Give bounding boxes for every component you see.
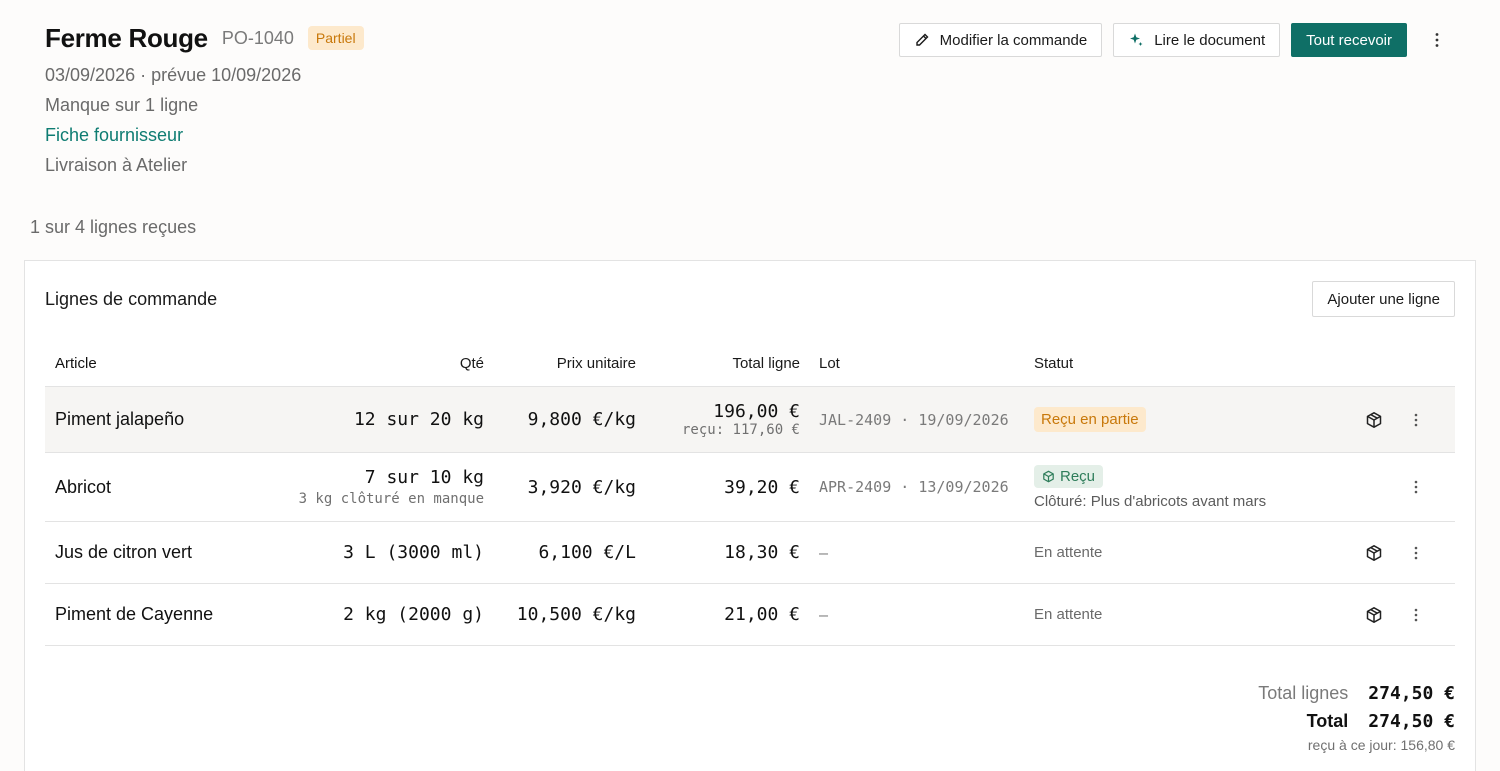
row-qty-shortage: 3 kg clôturé en manque <box>298 491 484 507</box>
lines-total-value: 274,50 € <box>1368 682 1455 704</box>
row-qty: 2 kg (2000 g) <box>343 604 484 625</box>
order-lines-table: Article Qté Prix unitaire Total ligne Lo… <box>45 341 1455 646</box>
col-qty: Qté <box>459 355 484 372</box>
supplier-link[interactable]: Fiche fournisseur <box>45 126 1455 144</box>
receive-line-button[interactable] <box>1354 411 1394 429</box>
row-unit-price: 3,920 €/kg <box>527 476 636 498</box>
row-article: Piment de Cayenne <box>55 604 214 624</box>
edit-order-label: Modifier la commande <box>939 31 1088 49</box>
receive-line-button[interactable] <box>1354 544 1394 562</box>
row-status-cell: Reçu Clôturé: Plus d'abricots avant mars <box>1034 464 1354 510</box>
po-number: PO-1040 <box>221 27 294 48</box>
col-article: Article <box>55 355 97 372</box>
grand-total-row: Total 274,50 € <box>1258 707 1455 735</box>
row-total-received: reçu: 117,60 € <box>681 422 800 438</box>
status-badge: Reçu <box>1034 464 1104 488</box>
package-icon <box>1043 470 1054 482</box>
row-article: Abricot <box>55 476 112 497</box>
col-status: Statut <box>1034 355 1074 372</box>
edit-order-button[interactable]: Modifier la commande <box>898 23 1103 57</box>
grand-total-label: Total <box>1306 710 1349 731</box>
table-row[interactable]: Piment jalapeño 12 sur 20 kg 9,800 €/kg … <box>45 387 1455 453</box>
row-qty-cell: 7 sur 10 kg 3 kg clôturé en manque <box>285 467 484 507</box>
received-to-date: reçu à ce jour: 156,80 € <box>1307 737 1455 753</box>
more-vertical-icon <box>1414 546 1418 559</box>
table-header: Article Qté Prix unitaire Total ligne Lo… <box>45 341 1455 387</box>
table-row[interactable]: Abricot 7 sur 10 kg 3 kg clôturé en manq… <box>45 453 1455 522</box>
row-total: 21,00 € <box>724 604 800 625</box>
more-vertical-icon <box>1414 413 1418 426</box>
supplier-name: Ferme Rouge <box>45 22 208 53</box>
row-qty: 3 L (3000 ml) <box>343 542 484 563</box>
row-unit-price: 10,500 €/kg <box>516 604 636 625</box>
row-article: Jus de citron vert <box>55 542 193 562</box>
add-line-button[interactable]: Ajouter une ligne <box>1312 281 1455 317</box>
shortage-note: Manque sur 1 ligne <box>45 95 199 115</box>
lines-total-label: Total lignes <box>1258 682 1349 703</box>
table-row[interactable]: Piment de Cayenne 2 kg (2000 g) 10,500 €… <box>45 584 1455 646</box>
sparkle-icon <box>1130 33 1143 46</box>
pencil-icon <box>915 33 929 46</box>
closure-note: Clôturé: Plus d'abricots avant mars <box>1034 492 1267 510</box>
row-more-button[interactable] <box>1396 546 1436 560</box>
package-icon <box>1366 606 1382 623</box>
row-lot: – <box>819 543 829 562</box>
col-unit-price: Prix unitaire <box>556 355 636 372</box>
more-vertical-icon <box>1414 608 1418 621</box>
row-total: 39,20 € <box>724 476 800 498</box>
receive-line-button[interactable] <box>1354 606 1394 624</box>
row-more-button[interactable] <box>1396 608 1436 622</box>
package-icon <box>1366 544 1382 561</box>
lines-total-row: Total lignes 274,50 € <box>1258 679 1455 707</box>
more-vertical-icon <box>1414 480 1418 494</box>
row-unit-price: 9,800 €/kg <box>527 409 636 430</box>
col-line-total: Total ligne <box>732 355 800 372</box>
row-more-button[interactable] <box>1396 413 1436 427</box>
row-lot: APR-2409 · 13/09/2026 <box>819 478 1009 496</box>
row-qty: 12 sur 20 kg <box>353 409 484 430</box>
grand-total-value: 274,50 € <box>1368 710 1455 732</box>
more-vertical-icon <box>1435 33 1439 47</box>
row-total: 196,00 € <box>713 401 800 422</box>
order-dates: 03/09/2026 · prévue 10/09/2026 <box>45 65 302 85</box>
row-more-button[interactable] <box>1396 480 1436 494</box>
row-total: 18,30 € <box>724 542 800 563</box>
row-unit-price: 6,100 €/L <box>538 542 636 563</box>
status-badge: Reçu en partie <box>1034 407 1146 432</box>
row-article: Piment jalapeño <box>55 409 185 429</box>
row-status: En attente <box>1034 544 1103 561</box>
row-lot: – <box>819 605 829 624</box>
order-totals: Total lignes 274,50 € Total 274,50 € reç… <box>1258 679 1455 754</box>
header-actions: Modifier la commande Lire le document To… <box>898 23 1448 57</box>
order-lines-card: Lignes de commande Ajouter une ligne Art… <box>24 260 1476 771</box>
received-summary: 1 sur 4 lignes reçues <box>30 217 197 237</box>
row-qty: 7 sur 10 kg <box>364 467 484 488</box>
row-total-cell: 196,00 € reçu: 117,60 € <box>636 401 800 438</box>
row-status-cell: Reçu en partie <box>1034 407 1354 432</box>
status-label: Reçu <box>1060 467 1096 485</box>
read-document-label: Lire le document <box>1154 31 1266 49</box>
read-document-button[interactable]: Lire le document <box>1113 23 1281 57</box>
package-icon <box>1366 411 1382 428</box>
row-status: En attente <box>1034 606 1103 623</box>
row-lot: JAL-2409 · 19/09/2026 <box>819 410 1009 429</box>
table-row[interactable]: Jus de citron vert 3 L (3000 ml) 6,100 €… <box>45 522 1455 584</box>
card-title: Lignes de commande <box>45 289 218 309</box>
receive-all-button[interactable]: Tout recevoir <box>1291 23 1407 57</box>
col-lot: Lot <box>819 355 840 372</box>
delivery-location: Livraison à Atelier <box>45 155 188 175</box>
status-badge: Partiel <box>307 26 364 50</box>
more-actions-button[interactable] <box>1426 23 1448 57</box>
